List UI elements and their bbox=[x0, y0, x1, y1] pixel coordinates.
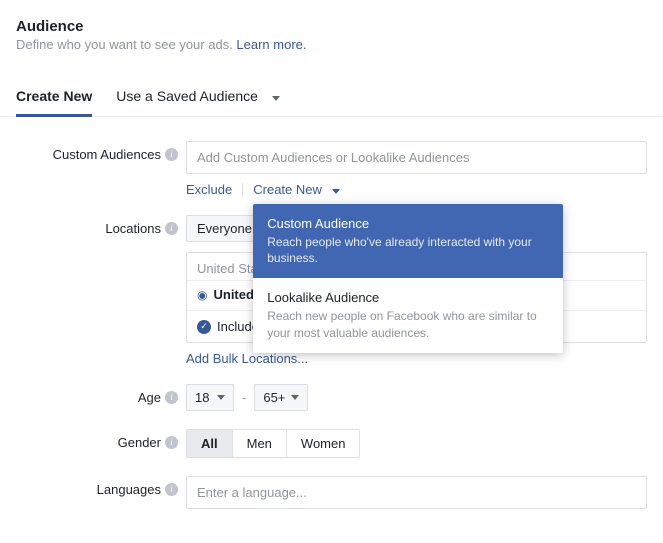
info-icon[interactable]: i bbox=[165, 436, 178, 449]
gender-option-all[interactable]: All bbox=[187, 430, 233, 457]
age-max-select[interactable]: 65+ bbox=[254, 384, 308, 411]
dropdown-item-title: Custom Audience bbox=[267, 216, 549, 231]
learn-more-link[interactable]: Learn more. bbox=[236, 37, 306, 52]
age-dash: - bbox=[242, 390, 246, 405]
dropdown-item-custom-audience[interactable]: Custom Audience Reach people who've alre… bbox=[253, 204, 563, 278]
tab-saved-label: Use a Saved Audience bbox=[116, 88, 258, 104]
exclude-link[interactable]: Exclude bbox=[186, 182, 232, 197]
dropdown-item-lookalike-audience[interactable]: Lookalike Audience Reach new people on F… bbox=[253, 278, 563, 352]
tab-saved-audience[interactable]: Use a Saved Audience bbox=[116, 78, 280, 116]
dropdown-item-title: Lookalike Audience bbox=[267, 290, 549, 305]
info-icon[interactable]: i bbox=[165, 483, 178, 496]
create-new-label: Create New bbox=[253, 182, 322, 197]
label-custom-audiences: Custom Audiences bbox=[53, 147, 161, 162]
divider bbox=[242, 183, 243, 197]
caret-down-icon bbox=[326, 182, 340, 197]
pin-icon: ◉ bbox=[197, 288, 207, 302]
create-new-dropdown: Custom Audience Reach people who've alre… bbox=[253, 204, 563, 353]
tab-create-new[interactable]: Create New bbox=[16, 78, 92, 116]
gender-segmented: All Men Women bbox=[186, 429, 360, 458]
audience-tabs: Create New Use a Saved Audience bbox=[0, 78, 663, 117]
languages-input[interactable] bbox=[186, 476, 647, 509]
add-bulk-locations-link[interactable]: Add Bulk Locations... bbox=[186, 351, 308, 366]
age-max-value: 65+ bbox=[263, 390, 285, 405]
caret-down-icon bbox=[217, 395, 225, 400]
subtitle-text: Define who you want to see your ads. bbox=[16, 37, 236, 52]
caret-down-icon bbox=[266, 88, 280, 104]
location-scope-value: Everyone bbox=[197, 221, 252, 236]
label-languages: Languages bbox=[97, 482, 161, 497]
custom-audiences-input[interactable]: Add Custom Audiences or Lookalike Audien… bbox=[186, 141, 647, 174]
page-title: Audience bbox=[16, 18, 647, 35]
gender-option-men[interactable]: Men bbox=[233, 430, 287, 457]
label-gender: Gender bbox=[118, 435, 161, 450]
info-icon[interactable]: i bbox=[165, 222, 178, 235]
gender-option-women[interactable]: Women bbox=[287, 430, 360, 457]
check-icon: ✓ bbox=[197, 320, 211, 334]
info-icon[interactable]: i bbox=[165, 391, 178, 404]
dropdown-item-desc: Reach new people on Facebook who are sim… bbox=[267, 308, 549, 340]
page-subtitle: Define who you want to see your ads. Lea… bbox=[16, 37, 647, 52]
create-new-dropdown-trigger[interactable]: Create New bbox=[253, 182, 339, 197]
label-locations: Locations bbox=[105, 221, 161, 236]
dropdown-item-desc: Reach people who've already interacted w… bbox=[267, 234, 549, 266]
label-age: Age bbox=[138, 390, 161, 405]
age-min-value: 18 bbox=[195, 390, 209, 405]
info-icon[interactable]: i bbox=[165, 148, 178, 161]
caret-down-icon bbox=[291, 395, 299, 400]
age-min-select[interactable]: 18 bbox=[186, 384, 234, 411]
